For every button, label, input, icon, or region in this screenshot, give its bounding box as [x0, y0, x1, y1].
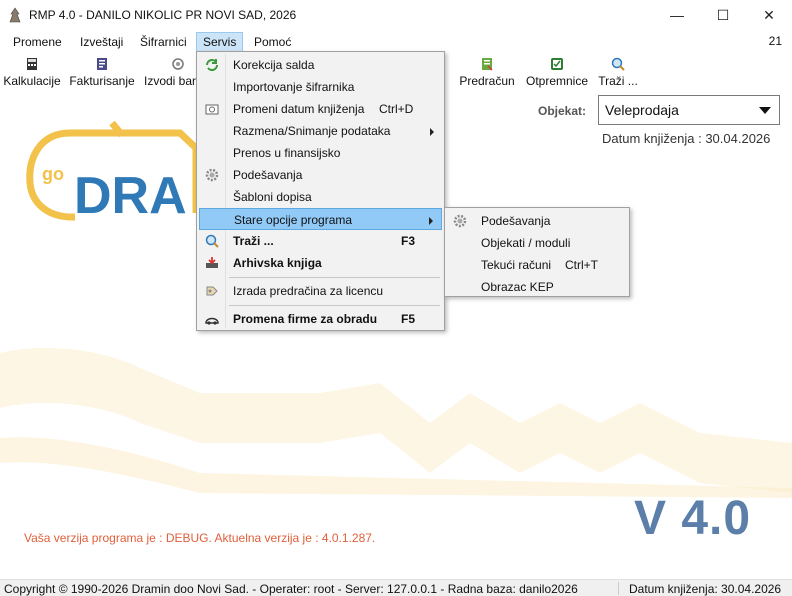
toolbar-predracun[interactable]: Predračun — [458, 53, 516, 93]
toolbar-label: Traži ... — [598, 74, 638, 88]
menu-item-stare-opcije[interactable]: Stare opcije programa — [199, 208, 442, 230]
menu-item-label: Podešavanja — [233, 168, 303, 182]
toolbar-label: Izvodi bar — [144, 74, 197, 88]
objekat-value: Veleprodaja — [605, 102, 679, 118]
menu-item-promena-firme[interactable]: Promena firme za obradu F5 — [199, 308, 442, 330]
version-label: V 4.0 — [634, 492, 752, 545]
toolbar-kalkulacije[interactable]: Kalkulacije — [2, 53, 62, 93]
menu-item-trazi[interactable]: Traži ... F3 — [199, 230, 442, 252]
menu-item-izrada-predracina[interactable]: Izrada predračina za licencu — [199, 280, 442, 302]
submenu-item-tekuci-racuni[interactable]: Tekući računi Ctrl+T — [447, 254, 627, 276]
logo-go: go — [42, 164, 64, 184]
submenu-item-label: Podešavanja — [481, 214, 551, 228]
objekat-label: Objekat: — [538, 104, 587, 118]
toolbar-otpremnice[interactable]: Otpremnice — [522, 53, 592, 93]
submenu-arrow-icon — [430, 128, 434, 136]
menu-promene[interactable]: Promene — [7, 32, 68, 52]
submenu-item-label: Tekući računi — [481, 258, 552, 272]
menu-item-shortcut: F5 — [401, 312, 416, 326]
invoice-icon — [97, 58, 107, 70]
maximize-button[interactable]: ☐ — [700, 0, 746, 30]
license-icon — [206, 286, 218, 296]
menu-item-label: Izrada predračina za licencu — [233, 284, 384, 298]
datum-knjizenja: Datum knjiženja : 30.04.2026 — [602, 131, 771, 146]
submenu-item-shortcut: Ctrl+T — [565, 258, 598, 272]
window-title: RMP 4.0 - DANILO NIKOLIC PR NOVI SAD, 20… — [29, 8, 297, 22]
objekat-dropdown[interactable]: Veleprodaja — [598, 95, 780, 125]
menu-servis[interactable]: Servis — [196, 32, 244, 52]
menu-item-label: Razmena/Snimanje podataka — [233, 124, 391, 138]
submenu-item-label: Objekati / moduli — [481, 236, 571, 250]
proforma-icon — [482, 58, 493, 71]
menu-item-label: Prenos u finansijsko — [233, 146, 341, 160]
version-message: Vaša verzija programa je : DEBUG. Aktuel… — [24, 531, 376, 545]
gear-icon — [453, 214, 467, 228]
toolbar-izvodi[interactable]: Izvodi bar — [142, 53, 198, 93]
calculator-icon — [27, 58, 37, 70]
menu-item-label: Importovanje šifrarnika — [233, 80, 355, 94]
menu-item-label: Šabloni dopisa — [233, 190, 312, 204]
menubar-number: 21 — [768, 34, 782, 48]
submenu-item-obrazac-kep[interactable]: Obrazac KEP — [447, 276, 627, 298]
menu-item-label: Traži ... — [233, 234, 274, 248]
status-copyright: Copyright © 1990-2026 Dramin doo Novi Sa… — [4, 582, 578, 596]
close-icon: ✕ — [763, 6, 775, 23]
toolbar-fakturisanje[interactable]: Fakturisanje — [68, 53, 136, 93]
menu-item-arhivska-knjiga[interactable]: Arhivska knjiga — [199, 252, 442, 274]
toolbar-label: Otpremnice — [525, 74, 589, 88]
menu-bar: Promene Izveštaji Šifrarnici Servis Pomo… — [0, 31, 792, 52]
calendar-icon — [205, 104, 219, 115]
menu-sifrarnici[interactable]: Šifrarnici — [134, 32, 193, 52]
toolbar-label: Fakturisanje — [69, 74, 135, 88]
menu-item-label: Arhivska knjiga — [233, 256, 322, 270]
menu-item-korekcija-salda[interactable]: Korekcija salda — [199, 54, 442, 76]
menu-item-label: Korekcija salda — [233, 58, 315, 72]
app-icon — [9, 7, 21, 23]
menu-item-shortcut: Ctrl+D — [379, 102, 414, 116]
archive-icon — [206, 257, 218, 268]
logo-dra: DRA — [74, 167, 187, 225]
menu-item-label: Promeni datum knjiženja — [233, 102, 365, 116]
minimize-button[interactable]: — — [654, 0, 700, 30]
status-bar: Copyright © 1990-2026 Dramin doo Novi Sa… — [0, 579, 792, 596]
menu-separator — [229, 305, 440, 306]
menu-item-label: Promena firme za obradu — [233, 312, 378, 326]
servis-menu: Korekcija salda Importovanje šifrarnika … — [196, 51, 445, 331]
menu-item-razmena-snimanje[interactable]: Razmena/Snimanje podataka — [199, 120, 442, 142]
bank-statements-icon — [172, 58, 184, 70]
chevron-down-icon — [759, 107, 771, 114]
delivery-note-icon — [551, 58, 563, 70]
toolbar-trazi[interactable]: Traži ... — [596, 53, 640, 93]
refresh-icon — [206, 59, 218, 71]
status-datum: Datum knjiženja: 30.04.2026 — [629, 582, 782, 596]
title-bar: RMP 4.0 - DANILO NIKOLIC PR NOVI SAD, 20… — [0, 0, 792, 30]
minimize-icon: — — [670, 7, 684, 23]
menu-pomoc[interactable]: Pomoć — [248, 32, 297, 52]
status-divider — [618, 582, 619, 595]
search-icon — [205, 234, 219, 248]
company-switch-icon — [205, 317, 219, 325]
toolbar-label: Predračun — [459, 74, 515, 88]
stare-opcije-submenu: Podešavanja Objekati / moduli Tekući rač… — [444, 207, 630, 297]
menu-izvestaji[interactable]: Izveštaji — [74, 32, 129, 52]
close-button[interactable]: ✕ — [746, 0, 792, 30]
submenu-item-objekati-moduli[interactable]: Objekati / moduli — [447, 232, 627, 254]
submenu-item-label: Obrazac KEP — [481, 280, 554, 294]
menu-item-label: Stare opcije programa — [234, 213, 353, 227]
menu-item-promeni-datum[interactable]: Promeni datum knjiženja Ctrl+D — [199, 98, 442, 120]
menu-item-prenos-finansijsko[interactable]: Prenos u finansijsko — [199, 142, 442, 164]
submenu-arrow-icon — [429, 217, 433, 225]
menu-item-shortcut: F3 — [401, 234, 416, 248]
menu-separator — [229, 277, 440, 278]
maximize-icon: ☐ — [716, 6, 730, 23]
search-icon — [611, 57, 625, 71]
submenu-item-podesavanja[interactable]: Podešavanja — [447, 210, 627, 232]
gear-icon — [205, 168, 219, 182]
toolbar-label: Kalkulacije — [3, 74, 61, 88]
menu-item-importovanje-sifrarnika[interactable]: Importovanje šifrarnika — [199, 76, 442, 98]
menu-item-sabloni-dopisa[interactable]: Šabloni dopisa — [199, 186, 442, 208]
menu-item-podesavanja[interactable]: Podešavanja — [199, 164, 442, 186]
